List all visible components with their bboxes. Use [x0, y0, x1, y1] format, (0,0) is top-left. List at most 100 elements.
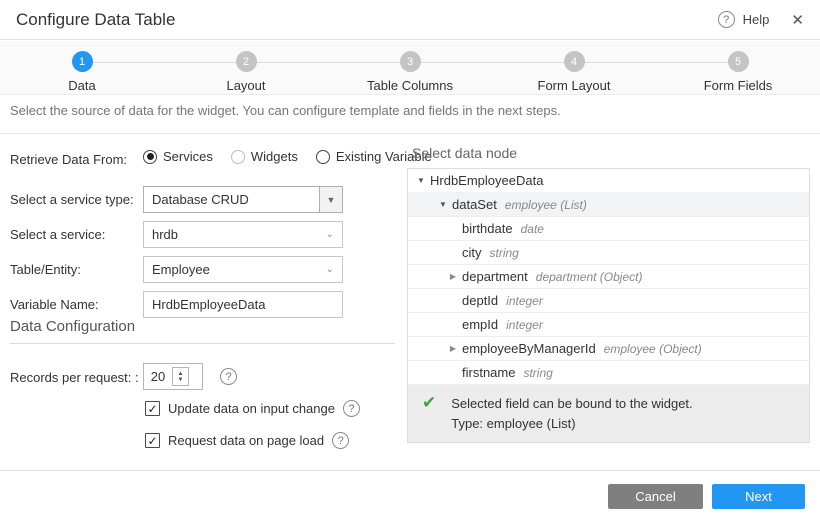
request-data-help-icon[interactable]: ? [332, 432, 349, 449]
tree-node-label: HrdbEmployeeData [430, 173, 543, 188]
step-1-label: Data [68, 78, 95, 93]
radio-selected-icon [143, 150, 157, 164]
retrieve-data-radio-group: Services Widgets Existing Variable [143, 149, 432, 164]
table-entity-value: Employee [152, 262, 210, 277]
variable-name-label: Variable Name: [10, 297, 99, 312]
step-4-label: Form Layout [538, 78, 611, 93]
status-message: Selected field can be bound to the widge… [451, 394, 692, 414]
step-3-label: Table Columns [367, 78, 453, 93]
step-table-columns[interactable]: 3 Table Columns [328, 41, 492, 94]
close-icon[interactable]: ✕ [791, 11, 804, 29]
step-description: Select the source of data for the widget… [10, 103, 810, 118]
table-entity-select[interactable]: Employee ⌄ [143, 256, 343, 283]
service-select[interactable]: hrdb ⌄ [143, 221, 343, 248]
variable-name-input[interactable] [152, 297, 334, 312]
tree-node-label: deptId [462, 293, 498, 308]
chevron-down-icon[interactable]: ▼ [434, 200, 452, 209]
step-data[interactable]: 1 Data [0, 41, 164, 94]
selection-status-panel: ✔ Selected field can be bound to the wid… [408, 385, 809, 442]
records-value: 20 [144, 369, 172, 384]
step-layout[interactable]: 2 Layout [164, 41, 328, 94]
records-help-icon[interactable]: ? [220, 368, 237, 385]
service-type-select[interactable]: Database CRUD ▼ [143, 186, 343, 213]
tree-node-type: string [523, 366, 552, 380]
data-configuration-heading: Data Configuration [10, 318, 135, 335]
table-entity-label: Table/Entity: [10, 262, 81, 277]
chevron-down-icon: ⌄ [326, 264, 334, 275]
help-icon[interactable]: ? [718, 11, 735, 28]
chevron-down-icon: ⌄ [326, 229, 334, 240]
help-link[interactable]: Help [743, 12, 770, 27]
tree-row-hrdbemployeedata[interactable]: ▼ HrdbEmployeeData [408, 169, 809, 193]
tree-node-label: dataSet [452, 197, 497, 212]
variable-name-field-wrap [143, 291, 343, 318]
tree-row-dataset[interactable]: ▼ dataSet employee (List) [408, 193, 809, 217]
tree-node-label: employeeByManagerId [462, 341, 596, 356]
service-type-value: Database CRUD [152, 192, 249, 207]
service-value: hrdb [152, 227, 178, 242]
tree-node-label: empId [462, 317, 498, 332]
tree-node-type: employee (Object) [604, 342, 702, 356]
radio-widgets[interactable]: Widgets [231, 149, 298, 164]
step-form-layout[interactable]: 4 Form Layout [492, 41, 656, 94]
tree-row-deptid[interactable]: deptId integer [408, 289, 809, 313]
service-label: Select a service: [10, 227, 105, 242]
tree-node-label: city [462, 245, 482, 260]
tree-row-empid[interactable]: empId integer [408, 313, 809, 337]
tree-node-type: employee (List) [505, 198, 587, 212]
radio-unselected-icon [231, 150, 245, 164]
step-5-circle: 5 [728, 51, 749, 72]
checkbox-checked-icon[interactable]: ✓ [145, 433, 160, 448]
update-data-help-icon[interactable]: ? [343, 400, 360, 417]
tree-node-type: string [490, 246, 519, 260]
tree-row-department[interactable]: ▶ department department (Object) [408, 265, 809, 289]
step-1-circle: 1 [72, 51, 93, 72]
update-data-checkbox-row[interactable]: ✓ Update data on input change ? [145, 400, 360, 417]
step-4-circle: 4 [564, 51, 585, 72]
cancel-button[interactable]: Cancel [608, 484, 703, 509]
chevron-down-icon: ▼ [319, 187, 342, 212]
check-icon: ✔ [422, 394, 436, 442]
dialog-title: Configure Data Table [16, 10, 175, 30]
tree-node-type: integer [506, 294, 543, 308]
request-data-label: Request data on page load [168, 433, 324, 448]
tree-row-employeebymanagerid[interactable]: ▶ employeeByManagerId employee (Object) [408, 337, 809, 361]
dialog-header: Configure Data Table ? Help ✕ [0, 0, 820, 40]
section-divider [10, 343, 395, 344]
checkbox-checked-icon[interactable]: ✓ [145, 401, 160, 416]
service-type-label: Select a service type: [10, 192, 134, 207]
chevron-down-icon[interactable]: ▼ [412, 176, 430, 185]
request-data-checkbox-row[interactable]: ✓ Request data on page load ? [145, 432, 349, 449]
tree-row-firstname[interactable]: firstname string [408, 361, 809, 385]
radio-services-label: Services [163, 149, 213, 164]
step-2-circle: 2 [236, 51, 257, 72]
radio-widgets-label: Widgets [251, 149, 298, 164]
select-data-node-heading: Select data node [412, 145, 517, 161]
tree-node-type: date [521, 222, 544, 236]
status-type: Type: employee (List) [451, 414, 692, 434]
records-per-request-stepper[interactable]: 20 ▲ ▼ [143, 363, 203, 390]
retrieve-data-from-label: Retrieve Data From: [10, 152, 127, 167]
spinner-buttons: ▲ ▼ [172, 367, 189, 386]
next-button[interactable]: Next [712, 484, 805, 509]
spinner-down-icon[interactable]: ▼ [178, 377, 184, 383]
radio-services[interactable]: Services [143, 149, 213, 164]
step-2-label: Layout [226, 78, 265, 93]
tree-row-city[interactable]: city string [408, 241, 809, 265]
radio-unselected-icon [316, 150, 330, 164]
chevron-right-icon[interactable]: ▶ [444, 272, 462, 281]
step-5-label: Form Fields [704, 78, 773, 93]
chevron-right-icon[interactable]: ▶ [444, 344, 462, 353]
tree-node-type: integer [506, 318, 543, 332]
footer-divider [0, 470, 820, 471]
tree-node-label: firstname [462, 365, 515, 380]
records-per-request-label: Records per request: : [10, 370, 139, 385]
step-form-fields[interactable]: 5 Form Fields [656, 41, 820, 94]
tree-node-type: department (Object) [536, 270, 643, 284]
step-3-circle: 3 [400, 51, 421, 72]
wizard-stepper: 1 Data 2 Layout 3 Table Columns 4 Form L… [0, 41, 820, 95]
tree-node-label: birthdate [462, 221, 513, 236]
data-node-tree: ▼ HrdbEmployeeData ▼ dataSet employee (L… [407, 168, 810, 443]
description-divider [0, 133, 820, 134]
tree-row-birthdate[interactable]: birthdate date [408, 217, 809, 241]
